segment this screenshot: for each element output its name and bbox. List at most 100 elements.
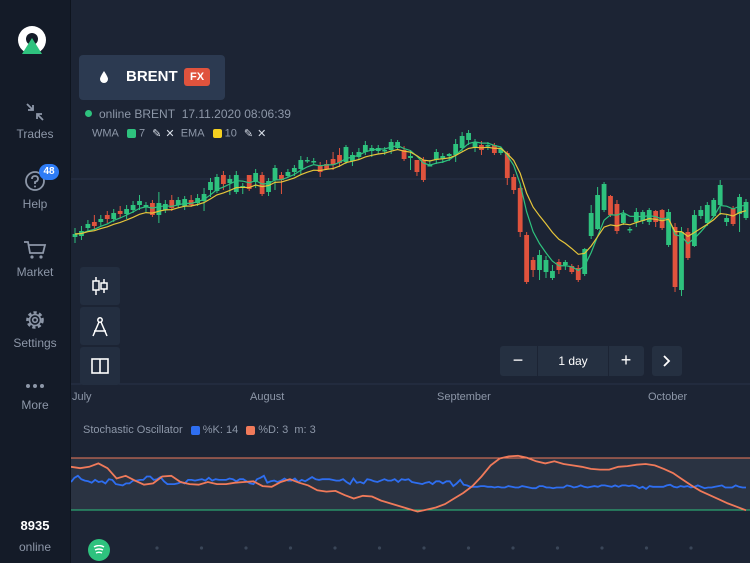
ema-color-swatch [212, 129, 222, 138]
month-label: August [250, 391, 285, 403]
arrows-collapse-icon [26, 103, 44, 121]
online-dot-icon [85, 110, 92, 117]
cart-icon [24, 241, 47, 259]
asset-name: BRENT [126, 68, 178, 85]
sidebar: Trades 48 Help Market Settings More 8935 [0, 0, 71, 563]
candle [601, 184, 607, 210]
sidebar-item-label: Trades [16, 127, 54, 141]
sidebar-item-label: Market [16, 265, 54, 279]
candle [162, 204, 168, 210]
zoom-in-button[interactable]: + [608, 346, 644, 376]
sidebar-item-help[interactable]: 48 Help [0, 164, 70, 211]
remove-wma-close-icon[interactable]: ✕ [165, 127, 174, 140]
chat-icon [93, 545, 105, 554]
candle [485, 145, 491, 147]
sidebar-item-market[interactable]: Market [0, 240, 70, 279]
axis-dot [199, 546, 204, 550]
candlestick-icon [92, 277, 108, 295]
candles-layer [72, 130, 749, 296]
sidebar-item-label: Help [22, 197, 48, 211]
candle [91, 222, 97, 226]
axis-dot [155, 546, 159, 550]
candle [562, 262, 568, 265]
chevron-right-icon [663, 355, 671, 367]
candle [679, 232, 684, 290]
candle [446, 154, 452, 156]
layout-button[interactable] [80, 347, 120, 385]
candle [550, 271, 555, 278]
oscillator-legend: Stochastic Oscillator %K: 14 %D: 3 m: 3 [83, 424, 316, 436]
help-badge: 48 [39, 164, 59, 180]
zoom-out-button[interactable]: − [500, 346, 536, 376]
sidebar-item-label: Settings [13, 336, 57, 350]
candle [698, 210, 704, 216]
candle [595, 195, 601, 229]
candle [408, 156, 413, 158]
compass-icon [92, 317, 108, 337]
axis-dot [244, 546, 248, 550]
wma-color-swatch [126, 129, 136, 138]
axis-dot [644, 546, 649, 550]
candle [233, 175, 239, 192]
status-datetime: 17.11.2020 08:06:39 [181, 107, 291, 121]
candle [743, 202, 749, 218]
indicator-name: EMA [180, 127, 205, 140]
candle [543, 260, 549, 272]
more-dots-icon [26, 384, 44, 388]
edit-ema-pencil-icon[interactable]: ✎ [244, 127, 253, 140]
status-text: online BRENT [99, 107, 176, 121]
candle [627, 229, 633, 231]
candle [208, 182, 213, 190]
candle [311, 161, 317, 163]
candle [272, 168, 278, 180]
axis-dot [466, 546, 471, 550]
candle [382, 150, 388, 152]
split-panel-icon [91, 358, 109, 374]
indicator-legend: WMA 7 ✎ ✕ EMA 10 ✎ ✕ [92, 127, 266, 141]
candle [156, 203, 162, 215]
axis-dot [689, 546, 693, 550]
online-count: 8935 [20, 518, 50, 533]
sidebar-item-settings[interactable]: Settings [0, 309, 70, 350]
candle [511, 177, 517, 190]
candle [504, 153, 510, 178]
chat-button[interactable] [88, 539, 110, 561]
axis-dot [600, 546, 604, 550]
candle [588, 213, 594, 236]
candle [291, 168, 297, 172]
scroll-forward-button[interactable] [652, 346, 682, 376]
remove-ema-close-icon[interactable]: ✕ [257, 127, 266, 140]
candle [414, 160, 420, 172]
candle [220, 175, 226, 184]
sidebar-item-trades[interactable]: Trades [0, 102, 70, 141]
asset-selector-button[interactable]: BRENT FX [79, 55, 225, 100]
candle [691, 215, 697, 246]
axis-dot [511, 546, 515, 550]
candle [298, 160, 304, 169]
candle [104, 215, 110, 219]
k-color-swatch [190, 425, 200, 435]
timeframe-control: − 1 day + [500, 346, 644, 376]
oscillator-m-label: m: 3 [294, 424, 316, 437]
candle [130, 205, 136, 210]
oscillator-d-label: %D: 3 [258, 424, 289, 437]
online-label: online [18, 540, 52, 554]
month-label: September [437, 391, 491, 403]
candle [388, 142, 394, 150]
indicator-period: 7 [138, 127, 146, 140]
chart-type-button[interactable] [80, 267, 120, 305]
candle [717, 185, 723, 205]
axis-dot [333, 546, 337, 550]
logo-icon [18, 26, 46, 54]
drawing-tools-button[interactable] [80, 307, 120, 345]
edit-wma-pencil-icon[interactable]: ✎ [152, 127, 161, 140]
candle [608, 196, 613, 215]
candle [117, 211, 123, 214]
timeframe-label[interactable]: 1 day [537, 346, 609, 376]
candle [614, 204, 620, 231]
candle [672, 227, 678, 287]
bottom-axis-dots [155, 546, 693, 550]
sidebar-item-more[interactable]: More [0, 382, 70, 412]
candle [704, 205, 710, 223]
candle [124, 209, 130, 214]
